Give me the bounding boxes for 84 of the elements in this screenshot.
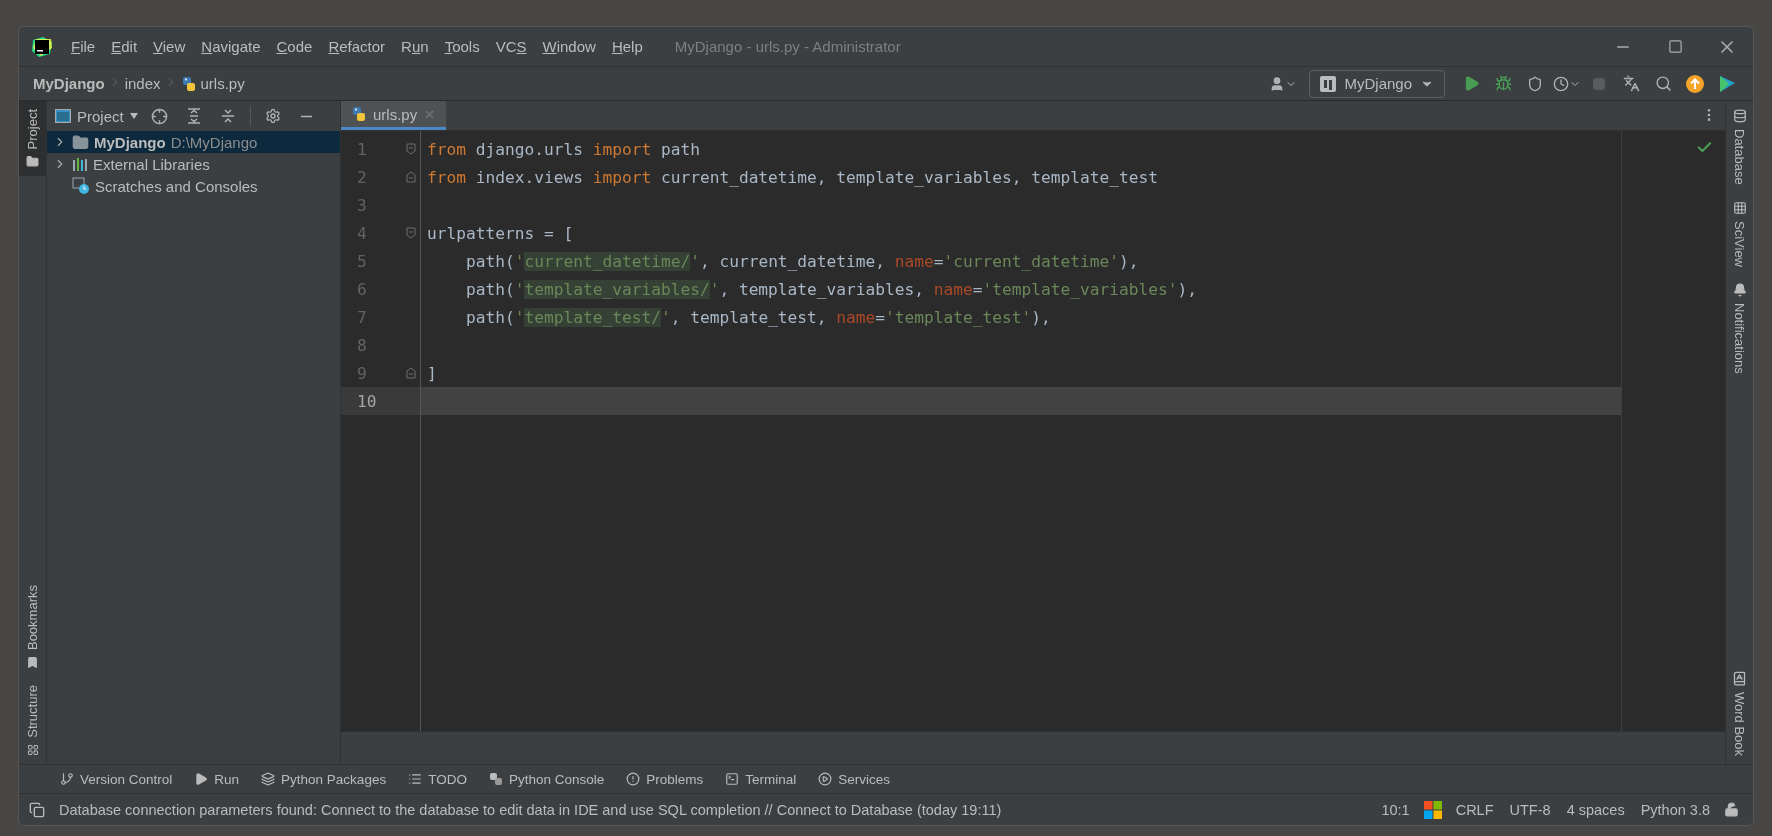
menu-item[interactable]: Code	[268, 38, 321, 55]
run-configuration-dropdown[interactable]: MyDjango	[1309, 69, 1445, 98]
menu-item[interactable]: Refactor	[320, 38, 394, 55]
fold-marker-icon[interactable]	[406, 171, 416, 183]
menu-item[interactable]: Navigate	[193, 38, 269, 55]
maximize-icon[interactable]	[1667, 39, 1683, 54]
tool-window-button[interactable]: Services	[807, 771, 902, 787]
menu-item[interactable]: File	[63, 38, 104, 55]
services-icon	[818, 772, 833, 786]
tool-window-tab[interactable]: Database	[1726, 101, 1753, 193]
warning-icon	[626, 772, 641, 786]
project-view-dropdown[interactable]: Project	[55, 107, 138, 125]
fold-marker-icon[interactable]	[406, 367, 416, 379]
tree-item[interactable]: Scratches and Consoles	[47, 175, 340, 197]
grid-icon	[1732, 200, 1747, 215]
tool-window-button[interactable]: Problems	[615, 771, 715, 787]
line-number: 2	[357, 167, 367, 187]
database-icon	[1732, 109, 1747, 123]
tree-item[interactable]: External Libraries	[47, 153, 340, 175]
line-number: 7	[357, 307, 367, 327]
tool-window-tab[interactable]: Bookmarks	[19, 577, 46, 678]
folder-icon	[26, 155, 39, 169]
tool-window-tab[interactable]: SciView	[1726, 192, 1753, 275]
tool-window-button[interactable]: Run	[183, 771, 251, 787]
menu-item[interactable]: VCS	[487, 38, 535, 55]
tool-window-button[interactable]: Terminal	[714, 771, 808, 787]
tool-window-tab[interactable]: Project	[19, 101, 46, 177]
play-icon	[194, 772, 209, 786]
line-number: 1	[357, 139, 367, 159]
scratches-icon	[72, 177, 90, 195]
line-number: 9	[357, 363, 367, 383]
book-icon	[1732, 670, 1747, 686]
folder-icon	[72, 133, 89, 151]
breadcrumb[interactable]: urls.py	[180, 75, 245, 92]
tool-window-button[interactable]: TODO	[397, 771, 478, 787]
tool-window-button[interactable]: Python Packages	[250, 771, 398, 787]
line-number: 4	[357, 223, 367, 243]
breadcrumb[interactable]: MyDjango	[33, 75, 105, 92]
library-icon	[72, 156, 88, 172]
python-icon	[488, 772, 503, 786]
lock-icon[interactable]	[1724, 802, 1739, 817]
status-item[interactable]: UTF-8	[1501, 801, 1559, 818]
tool-window-tab[interactable]: Structure	[19, 677, 46, 764]
tree-item[interactable]: MyDjango D:\MyDjango	[47, 131, 340, 153]
fold-marker-icon[interactable]	[406, 143, 416, 155]
line-number: 10	[357, 391, 377, 411]
caret-icon	[129, 113, 138, 119]
menu-item[interactable]: Tools	[436, 38, 488, 55]
python-file-icon	[351, 106, 367, 122]
status-item[interactable]: CRLF	[1447, 801, 1502, 818]
menu-item[interactable]: Run	[393, 38, 437, 55]
line-number: 5	[357, 251, 367, 271]
layout-icon[interactable]	[29, 801, 45, 818]
list-icon	[408, 772, 423, 786]
status-message[interactable]: Database connection parameters found: Connect to the database to edit data in IDE and use SQL completion // Connect to Database (today 19:11)	[59, 801, 1374, 818]
menu-item[interactable]: Edit	[103, 38, 146, 55]
tool-window-tab[interactable]: Notifications	[1726, 274, 1753, 382]
window-title: MyDjango - urls.py - Administrator	[674, 38, 902, 55]
line-number: 6	[357, 279, 367, 299]
tool-window-button[interactable]: Python Console	[477, 771, 616, 787]
window-icon	[55, 109, 71, 123]
menu-item[interactable]: Help	[603, 38, 651, 55]
structure-icon	[26, 744, 39, 756]
menu-item[interactable]: View	[145, 38, 194, 55]
branch-icon	[60, 772, 74, 786]
tool-window-tab[interactable]: Word Book	[1726, 662, 1753, 764]
tool-window-button[interactable]: Version Control	[49, 771, 184, 787]
editor-tab[interactable]: urls.py	[341, 101, 447, 130]
app-logo-icon	[31, 35, 53, 58]
menu-item[interactable]: Window	[534, 38, 604, 55]
bookmark-icon	[26, 656, 39, 670]
python-file-icon	[180, 75, 197, 92]
breadcrumb[interactable]: index	[124, 75, 161, 92]
windows-logo-icon[interactable]	[1423, 800, 1442, 819]
bell-icon	[1732, 282, 1747, 297]
folder-path: D:\MyDjango	[170, 133, 258, 151]
status-item[interactable]: Python 3.8	[1632, 801, 1718, 818]
status-item[interactable]: 4 spaces	[1558, 801, 1633, 818]
terminal-icon	[725, 772, 740, 786]
status-item[interactable]: 10:1	[1373, 801, 1418, 818]
layers-icon	[261, 772, 276, 786]
line-number: 8	[357, 335, 367, 355]
fold-marker-icon[interactable]	[406, 227, 416, 239]
line-number: 3	[357, 195, 367, 215]
